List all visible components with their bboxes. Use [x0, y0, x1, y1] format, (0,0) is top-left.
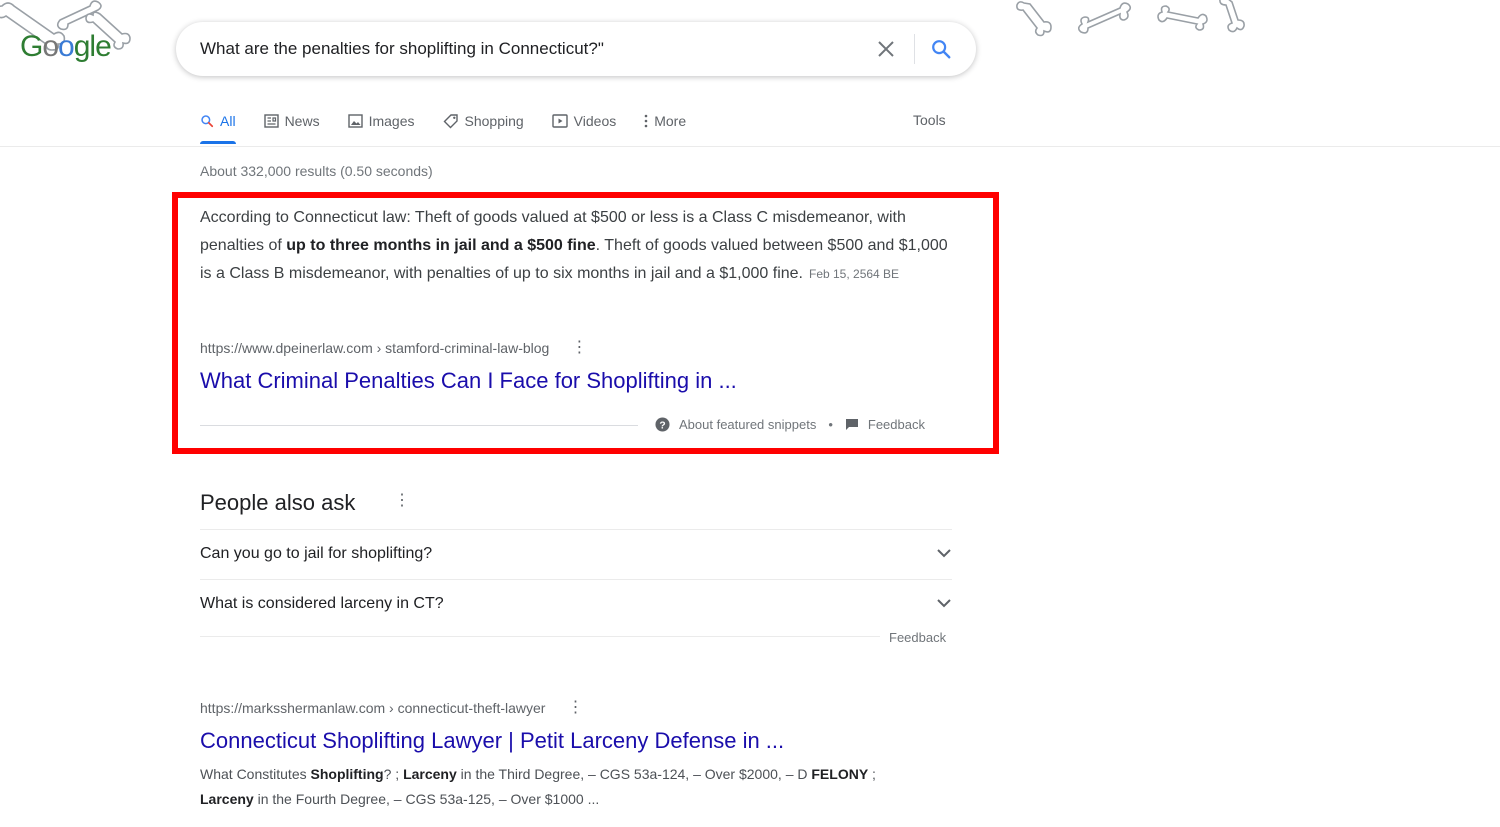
tab-label: Shopping — [464, 113, 524, 129]
more-vert-icon[interactable]: ⋮ — [571, 340, 587, 356]
footer-separator: • — [828, 417, 833, 432]
help-icon: ? — [655, 417, 670, 432]
featured-snippet-text: According to Connecticut law: Theft of g… — [200, 204, 950, 288]
news-icon — [263, 114, 279, 128]
tab-videos[interactable]: Videos — [551, 110, 617, 132]
tab-label: All — [220, 113, 236, 129]
snippet-date: Feb 15, 2564 BE — [809, 267, 900, 281]
about-featured-snippets-link[interactable]: About featured snippets — [679, 417, 816, 432]
chevron-down-icon — [936, 595, 952, 613]
tab-label: News — [284, 113, 320, 129]
result-source-url: https://marksshermanlaw.com › connecticu… — [200, 700, 583, 717]
chevron-down-icon — [936, 545, 952, 563]
search-button[interactable] — [926, 34, 956, 64]
close-icon — [878, 41, 894, 57]
tab-news[interactable]: News — [263, 110, 320, 132]
result-snippet-part: in the Third Degree, – CGS 53a-124, – Ov… — [456, 766, 812, 782]
google-doodle-logo[interactable]: Google — [20, 30, 112, 64]
result-title-link[interactable]: Connecticut Shoplifting Lawyer | Petit L… — [200, 728, 784, 754]
search-input[interactable] — [200, 39, 850, 59]
tag-icon — [443, 113, 459, 129]
result-snippet-part: What Constitutes — [200, 766, 311, 782]
more-vert-icon[interactable]: ⋮ — [567, 700, 583, 716]
tab-label: Videos — [573, 113, 617, 129]
result-snippet: What Constitutes Shoplifting? ; Larceny … — [200, 762, 920, 812]
result-snippet-bold: Larceny — [403, 766, 457, 782]
search-icon — [932, 40, 951, 59]
feedback-icon — [845, 418, 859, 431]
tab-more[interactable]: More — [644, 110, 686, 132]
result-snippet-bold: Larceny — [200, 791, 254, 807]
result-snippet-part: ; — [868, 766, 876, 782]
snippet-footer: ? About featured snippets • Feedback — [655, 417, 925, 432]
result-url-text: https://marksshermanlaw.com › connecticu… — [200, 700, 546, 716]
video-icon — [551, 114, 568, 128]
tools-button[interactable]: Tools — [913, 112, 946, 128]
tab-label: Images — [368, 113, 415, 129]
result-snippet-part: ? ; — [383, 766, 404, 782]
paa-question-text: Can you go to jail for shoplifting? — [200, 545, 433, 562]
search-tabs: All News Images Shopping Videos More — [200, 110, 714, 146]
more-vert-icon — [644, 114, 648, 128]
snippet-source-url: https://www.dpeinerlaw.com › stamford-cr… — [200, 340, 587, 357]
result-stats: About 332,000 results (0.50 seconds) — [200, 163, 433, 179]
paa-question-text: What is considered larceny in CT? — [200, 595, 444, 612]
tab-images[interactable]: Images — [347, 110, 415, 132]
image-icon — [347, 114, 363, 128]
result-snippet-bold: Shoplifting — [310, 766, 384, 782]
snippet-title-link[interactable]: What Criminal Penalties Can I Face for S… — [200, 368, 737, 394]
more-vert-icon[interactable]: ⋮ — [394, 493, 410, 509]
paa-question[interactable]: What is considered larceny in CT? — [200, 580, 952, 628]
people-also-ask-title: People also ask — [200, 490, 356, 515]
tab-label: More — [654, 113, 687, 129]
clear-search-button[interactable] — [871, 34, 901, 64]
svg-text:?: ? — [659, 420, 665, 431]
header-divider — [0, 146, 1500, 147]
paa-feedback-link[interactable]: Feedback — [889, 630, 946, 645]
search-icon — [200, 114, 214, 128]
tab-all[interactable]: All — [200, 110, 236, 144]
snippet-footer-divider — [200, 425, 638, 426]
result-snippet-part: in the Fourth Degree, – CGS 53a-125, – O… — [253, 791, 600, 807]
snippet-bold-text: up to three months in jail and a $500 fi… — [286, 237, 596, 254]
search-divider — [914, 34, 915, 64]
paa-divider — [200, 636, 880, 637]
tab-shopping[interactable]: Shopping — [443, 110, 524, 132]
snippet-feedback-link[interactable]: Feedback — [868, 417, 925, 432]
search-box — [176, 22, 976, 76]
snippet-url-text: https://www.dpeinerlaw.com › stamford-cr… — [200, 340, 550, 356]
result-snippet-bold: FELONY — [811, 766, 869, 782]
paa-question[interactable]: Can you go to jail for shoplifting? — [200, 530, 952, 578]
